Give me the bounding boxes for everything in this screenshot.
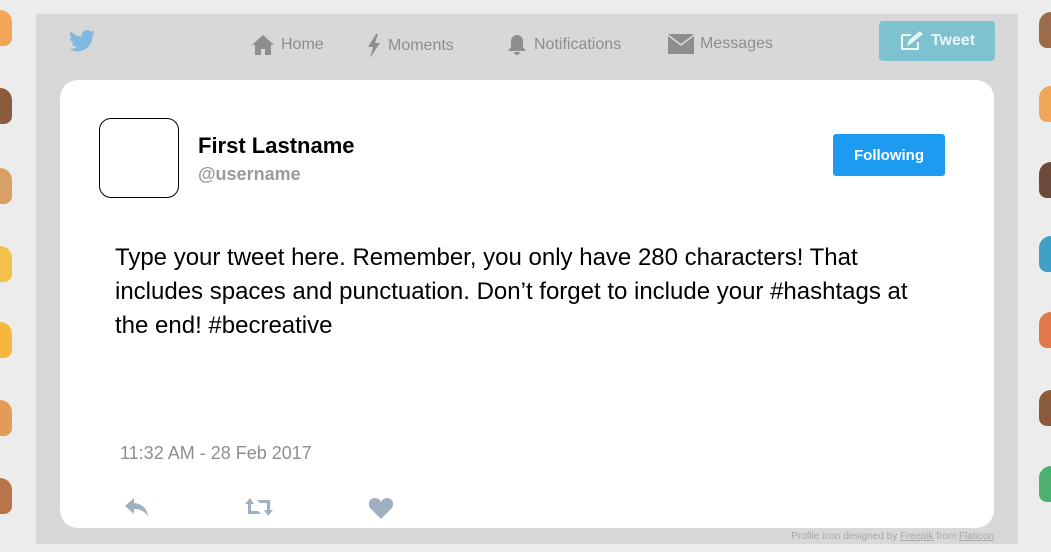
face-icon xyxy=(1039,466,1051,502)
face-icon xyxy=(0,10,12,46)
profile-name[interactable]: First Lastname xyxy=(198,133,355,159)
top-navigation: Home Moments Notifications Messages Twee… xyxy=(36,14,1018,76)
credit-middle: from xyxy=(933,531,959,542)
face-icon xyxy=(0,478,12,514)
credit-site-link[interactable]: Flaticon xyxy=(959,531,994,542)
face-icon xyxy=(0,246,12,282)
tweet-actions xyxy=(124,496,444,524)
face-icon xyxy=(0,168,12,204)
credit-author-link[interactable]: Freepik xyxy=(900,531,933,542)
face-icon xyxy=(1039,86,1051,122)
lightning-icon xyxy=(368,34,380,58)
twitter-bird-icon[interactable] xyxy=(68,30,96,52)
face-icon xyxy=(0,400,12,436)
profile-handle[interactable]: @username xyxy=(198,164,301,185)
face-icon xyxy=(1039,236,1051,272)
reply-icon[interactable] xyxy=(124,496,150,518)
compose-tweet-label: Tweet xyxy=(930,32,976,49)
following-button[interactable]: Following xyxy=(833,134,945,176)
nav-moments-label: Moments xyxy=(388,37,454,54)
tweet-mockup-frame: Home Moments Notifications Messages Twee… xyxy=(36,14,1018,544)
face-icon xyxy=(1039,12,1051,48)
like-heart-icon[interactable] xyxy=(368,496,394,520)
decorative-avatar-strip-right xyxy=(1037,0,1051,552)
envelope-icon xyxy=(668,34,694,54)
bell-icon xyxy=(508,35,526,55)
retweet-icon[interactable] xyxy=(244,496,274,518)
credit-prefix: Profile icon designed by xyxy=(791,531,901,542)
home-icon xyxy=(252,35,274,55)
face-icon xyxy=(1039,162,1051,198)
tweet-text: Type your tweet here. Remember, you only… xyxy=(115,244,908,339)
decorative-avatar-strip-left xyxy=(0,0,14,552)
nav-moments[interactable]: Moments xyxy=(366,34,454,58)
tweet-timestamp: 11:32 AM - 28 Feb 2017 xyxy=(120,443,312,463)
nav-home[interactable]: Home xyxy=(251,34,324,56)
avatar[interactable] xyxy=(99,118,179,198)
nav-notifications-label: Notifications xyxy=(534,36,622,53)
face-icon xyxy=(1039,390,1051,426)
tweet-card: First Lastname @username Following Type … xyxy=(60,80,994,528)
compose-icon xyxy=(900,31,923,50)
compose-tweet-button[interactable]: Tweet xyxy=(879,21,995,61)
attribution-credit: Profile icon designed by Freepik from Fl… xyxy=(791,531,994,542)
face-icon xyxy=(0,322,12,358)
nav-messages-label: Messages xyxy=(700,35,773,52)
face-icon xyxy=(0,88,12,124)
nav-messages[interactable]: Messages xyxy=(668,34,773,54)
nav-notifications[interactable]: Notifications xyxy=(506,34,621,56)
nav-home-label: Home xyxy=(281,36,324,53)
face-icon xyxy=(1039,312,1051,348)
